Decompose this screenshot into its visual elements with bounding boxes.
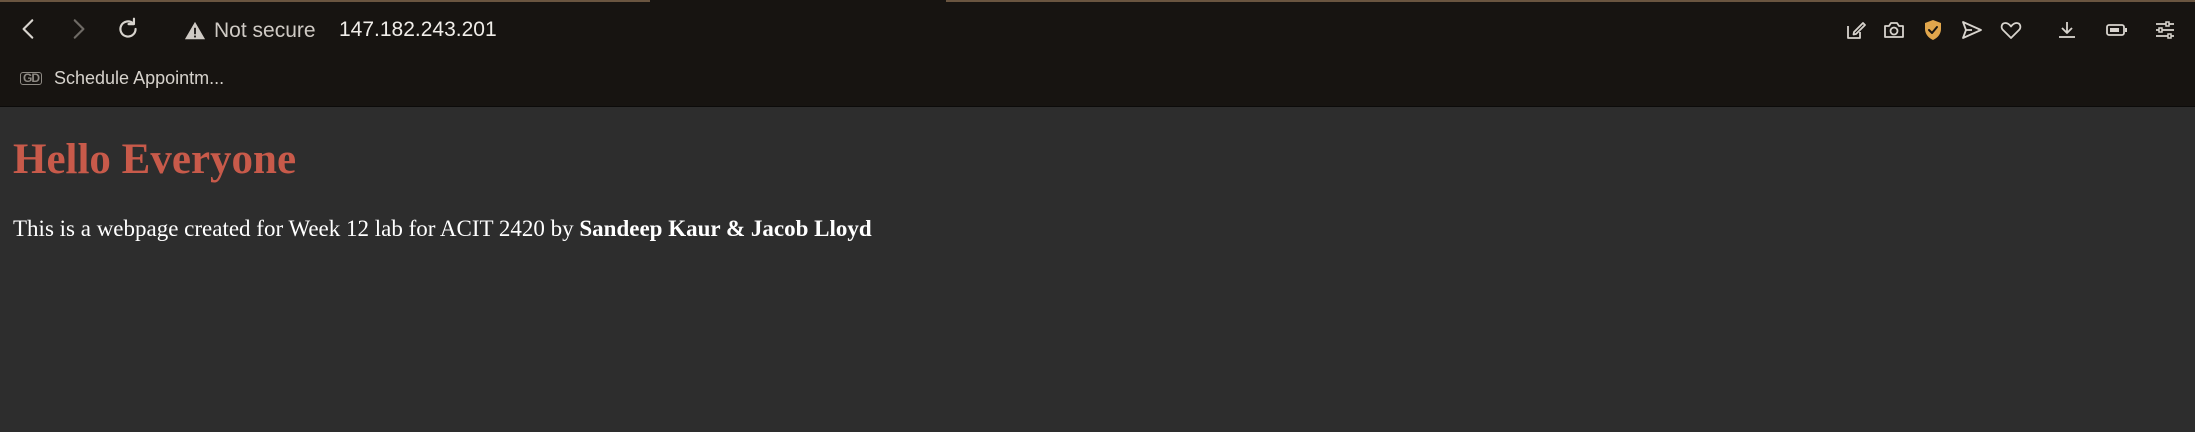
reload-button[interactable] — [113, 14, 143, 44]
loading-bar — [0, 0, 650, 2]
send-button[interactable] — [1958, 16, 1986, 44]
settings-button[interactable] — [2151, 16, 2179, 44]
edit-icon — [1847, 22, 1866, 39]
page-content: Hello Everyone This is a webpage created… — [0, 107, 2195, 432]
bookmark-label: Schedule Appointm... — [54, 67, 225, 88]
loading-bar — [946, 0, 2195, 2]
gd-icon: GD — [20, 71, 42, 85]
warning-icon — [184, 21, 206, 40]
download-icon — [2059, 22, 2075, 38]
bookmark-item[interactable]: GD Schedule Appointm... — [20, 64, 224, 92]
security-label: Not secure — [214, 19, 316, 42]
screenshot-button[interactable] — [1880, 16, 1908, 44]
page-heading: Hello Everyone — [13, 136, 297, 183]
paragraph-text: This is a webpage created for Week 12 la… — [13, 216, 580, 241]
back-button[interactable] — [14, 14, 44, 44]
edit-button[interactable] — [1842, 16, 1870, 44]
downloads-button[interactable] — [2053, 16, 2081, 44]
battery-saver-button[interactable] — [2103, 16, 2131, 44]
back-icon — [22, 19, 34, 39]
send-icon — [1962, 21, 1982, 39]
shield-button[interactable] — [1919, 16, 1947, 44]
reload-icon — [119, 17, 137, 38]
forward-icon — [73, 19, 85, 39]
browser-window: Not secure 147.182.243.201 GD Schedule A… — [0, 0, 2195, 432]
favorites-button[interactable] — [1997, 16, 2025, 44]
screenshot-icon — [1884, 22, 1904, 38]
security-indicator[interactable]: Not secure — [184, 17, 316, 45]
page-paragraph: This is a webpage created for Week 12 la… — [13, 216, 872, 242]
settings-icon — [2156, 21, 2174, 39]
heart-icon — [2000, 22, 2022, 39]
battery-icon — [2106, 24, 2127, 36]
address-bar[interactable]: 147.182.243.201 — [339, 16, 497, 44]
browser-toolbar: Not secure 147.182.243.201 GD Schedule A… — [0, 0, 2195, 107]
shield-icon — [1925, 20, 1941, 40]
forward-button[interactable] — [63, 14, 93, 44]
author-names: Sandeep Kaur & Jacob Lloyd — [579, 216, 872, 241]
